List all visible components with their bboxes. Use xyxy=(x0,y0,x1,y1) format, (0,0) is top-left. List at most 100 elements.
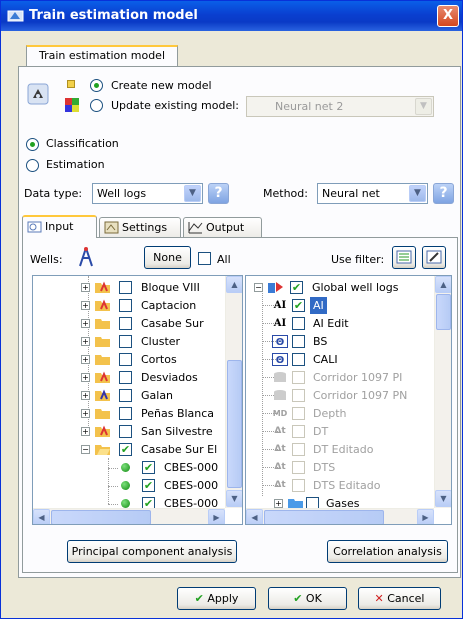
well-label: Desviados xyxy=(141,371,198,384)
tab-output[interactable]: Output xyxy=(183,217,262,238)
wells-tree[interactable]: + Bloque VIII + Captacion + Casabe Sur +… xyxy=(32,275,243,525)
use-filter-label: Use filter: xyxy=(331,253,385,266)
scroll-right-icon[interactable]: ▶ xyxy=(208,509,225,524)
well-checkbox[interactable] xyxy=(119,335,132,348)
expand-icon[interactable]: + xyxy=(81,373,90,382)
log-checkbox[interactable] xyxy=(292,317,305,330)
chevron-down-icon[interactable]: ▼ xyxy=(409,185,426,202)
scroll-left-icon[interactable]: ◀ xyxy=(33,509,50,524)
log-checkbox[interactable] xyxy=(292,353,305,366)
scroll-left-icon[interactable]: ◀ xyxy=(246,509,263,524)
scroll-up-icon[interactable]: ▲ xyxy=(435,276,451,293)
scroll-thumb[interactable] xyxy=(264,510,384,524)
log-item[interactable]: AI AI Edit xyxy=(246,315,436,332)
log-checkbox xyxy=(292,479,305,492)
data-type-help-button[interactable]: ? xyxy=(208,183,229,204)
log-item[interactable]: Θ CALI xyxy=(246,351,436,368)
train-estimation-model-window: Train estimation model X Train estimatio… xyxy=(0,0,463,619)
scroll-down-icon[interactable]: ▼ xyxy=(226,490,242,507)
log-item[interactable]: Corridor 1097 PI xyxy=(246,369,436,386)
well-checkbox[interactable] xyxy=(119,317,132,330)
principal-component-analysis-button[interactable]: Principal component analysis xyxy=(67,540,237,563)
log-item[interactable]: Θ BS xyxy=(246,333,436,350)
update-existing-model-radio[interactable] xyxy=(90,99,103,112)
well-checkbox[interactable] xyxy=(119,389,132,402)
log-item[interactable]: Δt DTS xyxy=(246,459,436,476)
title-bar[interactable]: Train estimation model X xyxy=(1,1,462,31)
well-checkbox[interactable]: ✔ xyxy=(119,443,132,456)
chevron-down-icon[interactable]: ▼ xyxy=(415,98,432,115)
scroll-thumb[interactable] xyxy=(51,510,151,524)
chevron-down-icon[interactable]: ▼ xyxy=(184,185,201,202)
well-checkbox[interactable] xyxy=(119,407,132,420)
cancel-button[interactable]: ✕ Cancel xyxy=(358,587,441,610)
ok-button[interactable]: ✔ OK xyxy=(268,587,347,610)
existing-model-select[interactable]: Neural net 2 ▼ xyxy=(246,96,434,117)
well-logs-tree[interactable]: − ✔ Global well logs AI ✔ AI AI AI Edit … xyxy=(245,275,452,525)
classification-radio[interactable] xyxy=(26,138,39,151)
well-checkbox[interactable] xyxy=(119,425,132,438)
well-checkbox[interactable] xyxy=(119,281,132,294)
scroll-thumb[interactable] xyxy=(436,294,451,330)
expand-icon[interactable]: + xyxy=(81,391,90,400)
tab-input[interactable]: Input xyxy=(22,215,97,238)
scroll-thumb[interactable] xyxy=(227,360,242,488)
expand-icon[interactable]: + xyxy=(274,499,283,508)
select-none-button[interactable]: None xyxy=(144,246,191,269)
log-label: AI Edit xyxy=(313,317,349,330)
filter-list-button[interactable] xyxy=(392,246,416,269)
method-select[interactable]: Neural net ▼ xyxy=(317,183,428,204)
tab-settings[interactable]: Settings xyxy=(99,217,181,238)
existing-model-icon xyxy=(65,98,79,112)
collapse-icon[interactable]: − xyxy=(254,283,263,292)
scroll-up-icon[interactable]: ▲ xyxy=(226,276,242,293)
expand-icon[interactable]: + xyxy=(81,301,90,310)
input-tab-icon xyxy=(27,221,42,233)
expand-icon[interactable]: + xyxy=(81,427,90,436)
well-checkbox[interactable] xyxy=(119,353,132,366)
select-all-wells-checkbox[interactable] xyxy=(198,252,211,265)
logs-horizontal-scrollbar[interactable]: ◀ ▶ xyxy=(246,508,434,524)
cylinder-log-icon xyxy=(274,372,286,382)
wells-icon[interactable] xyxy=(74,246,98,268)
log-item[interactable]: MD Depth xyxy=(246,405,436,422)
log-group-checkbox[interactable]: ✔ xyxy=(290,281,303,294)
well-checkbox[interactable] xyxy=(119,371,132,384)
create-new-model-radio[interactable] xyxy=(90,79,103,92)
log-item[interactable]: Δt DTS Editado xyxy=(246,477,436,494)
expand-icon[interactable]: + xyxy=(81,337,90,346)
wells-horizontal-scrollbar[interactable]: ◀ ▶ xyxy=(33,508,225,524)
well-label: Cluster xyxy=(141,335,181,348)
method-help-button[interactable]: ? xyxy=(433,183,454,204)
output-tab-icon xyxy=(188,222,203,234)
scroll-right-icon[interactable]: ▶ xyxy=(417,509,434,524)
ai-log-icon: AI xyxy=(273,318,287,329)
collapse-icon[interactable]: − xyxy=(81,445,90,454)
expand-icon[interactable]: + xyxy=(81,409,90,418)
log-item[interactable]: Δt DT xyxy=(246,423,436,440)
expand-icon[interactable]: + xyxy=(81,283,90,292)
logs-vertical-scrollbar[interactable]: ▲ ▼ xyxy=(434,276,451,508)
tab-train-estimation-model[interactable]: Train estimation model xyxy=(26,45,178,67)
log-checkbox xyxy=(292,389,305,402)
scroll-down-icon[interactable]: ▼ xyxy=(435,490,451,507)
expand-icon[interactable]: + xyxy=(81,355,90,364)
log-label: DTS xyxy=(313,461,336,474)
wells-vertical-scrollbar[interactable]: ▲ ▼ xyxy=(225,276,242,508)
expand-icon[interactable]: + xyxy=(81,319,90,328)
log-checkbox[interactable]: ✔ xyxy=(292,299,305,312)
log-item[interactable]: AI ✔ AI xyxy=(246,297,436,314)
well-label: Captacion xyxy=(141,299,197,312)
well-checkbox[interactable]: ✔ xyxy=(142,479,155,492)
well-checkbox[interactable]: ✔ xyxy=(142,461,155,474)
filter-edit-button[interactable] xyxy=(422,246,446,269)
apply-button[interactable]: ✔ Apply xyxy=(177,587,256,610)
estimation-radio[interactable] xyxy=(26,159,39,172)
correlation-analysis-button[interactable]: Correlation analysis xyxy=(327,540,448,563)
close-button[interactable]: X xyxy=(437,5,459,27)
well-checkbox[interactable] xyxy=(119,299,132,312)
log-item[interactable]: Δt DT Editado xyxy=(246,441,436,458)
log-item[interactable]: Corridor 1097 PN xyxy=(246,387,436,404)
log-checkbox[interactable] xyxy=(292,335,305,348)
data-type-select[interactable]: Well logs ▼ xyxy=(92,183,203,204)
